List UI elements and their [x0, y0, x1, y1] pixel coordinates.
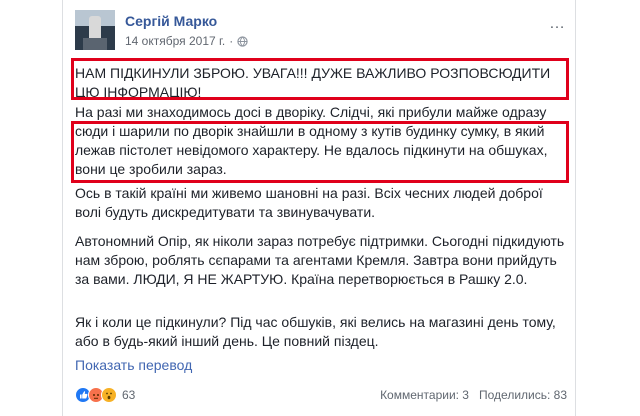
avatar-base [83, 38, 107, 50]
reactions-summary[interactable]: 63 [75, 387, 135, 403]
author-name[interactable]: Сергій Марко [125, 13, 217, 29]
wow-icon [101, 387, 117, 403]
avatar[interactable] [75, 10, 115, 50]
post-footer: 63 Комментарии: 3 Поделились: 83 [75, 384, 567, 408]
paragraph-1: НАМ ПІДКИНУЛИ ЗБРОЮ. УВАГА!!! ДУЖЕ ВАЖЛИ… [75, 65, 551, 100]
more-options-icon[interactable]: … [549, 16, 565, 32]
paragraph-4: Автономний Опір, як ніколи зараз потребу… [75, 233, 565, 287]
date-separator: · [229, 34, 234, 48]
post-date[interactable]: 14 октября 2017 г. [125, 34, 225, 48]
paragraph-3: Ось в такій країні ми живемо шановні на … [75, 185, 543, 220]
post-meta: 14 октября 2017 г. · [125, 34, 248, 48]
globe-icon[interactable] [237, 35, 248, 47]
shares-count[interactable]: Поделились: 83 [479, 388, 567, 402]
paragraph-2: На разі ми знаходимось досі в дворіку. С… [75, 104, 548, 177]
facebook-post-card: Сергій Марко 14 октября 2017 г. · … НАМ … [62, 0, 576, 416]
paragraph-5: Як і коли це підкинули? Під час обшуків,… [75, 314, 556, 349]
post-stats: Комментарии: 3 Поделились: 83 [380, 388, 567, 402]
reaction-count[interactable]: 63 [122, 388, 135, 402]
post-header: Сергій Марко 14 октября 2017 г. · … [75, 10, 565, 54]
comments-count[interactable]: Комментарии: 3 [380, 388, 469, 402]
show-translation-link[interactable]: Показать перевод [75, 357, 192, 373]
